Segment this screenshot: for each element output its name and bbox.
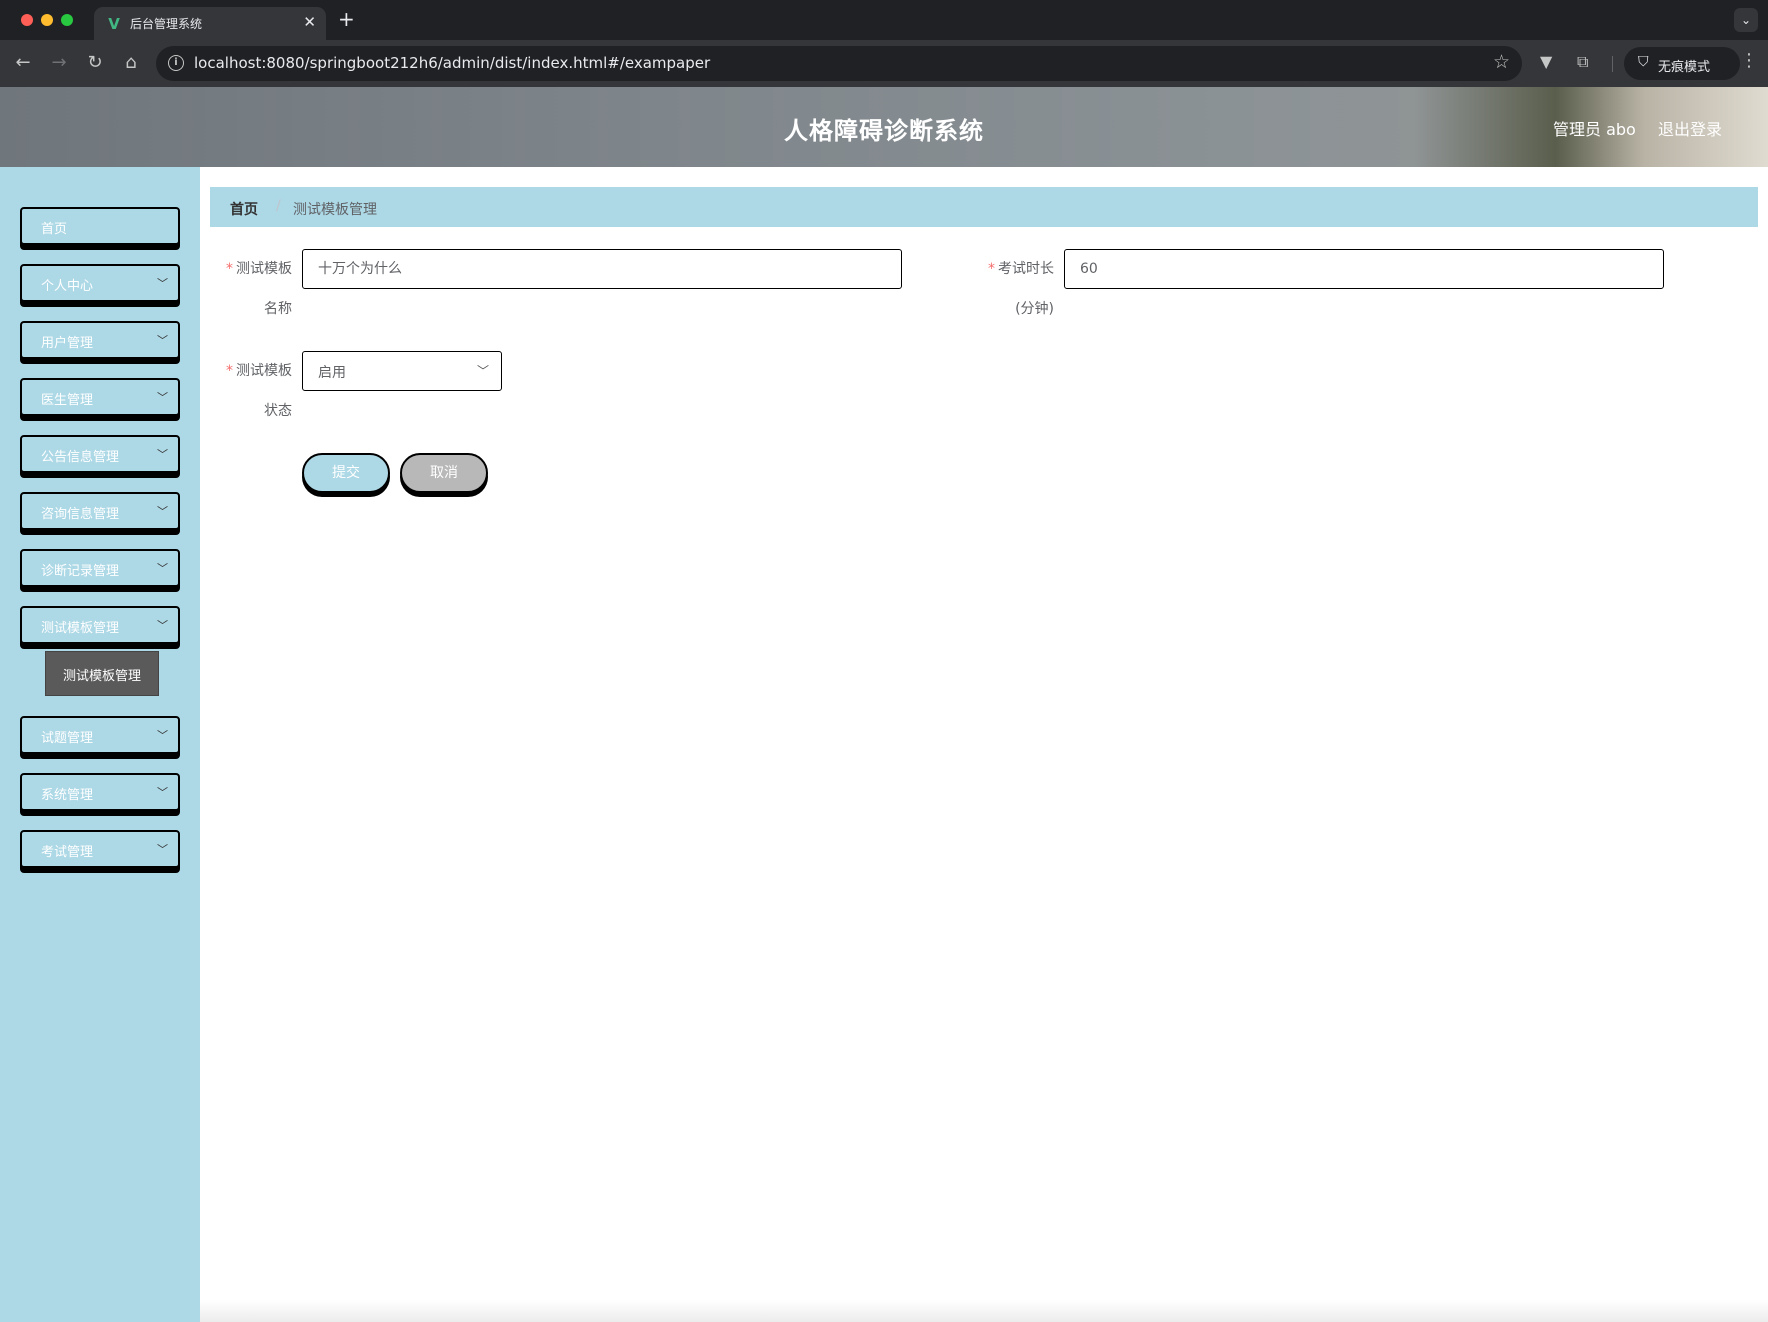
breadcrumb-separator: / <box>276 198 281 214</box>
sidebar-item-label: 首页 <box>41 222 68 237</box>
breadcrumb-current: 测试模板管理 <box>293 202 377 218</box>
chevron-down-icon: ﹀ <box>157 334 168 347</box>
chevron-down-icon: ﹀ <box>476 364 489 378</box>
template-status-label-line2: 状态 <box>264 403 292 419</box>
browser-toolbar: ← → ↻ ⌂ i localhost:8080/springboot212h6… <box>0 40 1768 87</box>
sidebar-item-system-management[interactable]: 系统管理 ﹀ <box>20 773 180 811</box>
sidebar-item-user-management[interactable]: 用户管理 ﹀ <box>20 321 180 359</box>
submenu-item-label: 测试模板管理 <box>62 669 141 684</box>
browser-menu-icon[interactable]: ⋮ <box>1740 50 1758 71</box>
template-status-value: 启用 <box>318 365 346 381</box>
breadcrumb-home[interactable]: 首页 <box>230 199 258 219</box>
site-info-icon[interactable]: i <box>168 55 184 71</box>
sidebar-item-home[interactable]: 首页 <box>20 207 180 245</box>
tab-search-icon[interactable]: ⌄ <box>1734 8 1758 32</box>
app-header: 人格障碍诊断系统 管理员 abo 退出登录 <box>0 87 1768 167</box>
tab-close-icon[interactable]: ✕ <box>303 13 316 31</box>
new-tab-icon[interactable]: + <box>338 7 355 31</box>
tab-title: 后台管理系统 <box>130 17 203 31</box>
vue-logo-icon: V <box>108 15 120 33</box>
required-mark: * <box>988 261 995 277</box>
chevron-down-icon: ﹀ <box>157 448 168 461</box>
breadcrumb: 首页 / 测试模板管理 <box>210 187 1758 227</box>
incognito-label: 无痕模式 <box>1658 60 1711 75</box>
bookmark-star-icon[interactable]: ☆ <box>1493 51 1510 73</box>
address-bar[interactable]: i localhost:8080/springboot212h6/admin/d… <box>156 46 1522 81</box>
sidebar-item-exam-management[interactable]: 考试管理 ﹀ <box>20 830 180 868</box>
chevron-down-icon: ﹀ <box>157 562 168 575</box>
template-status-select[interactable]: 启用 ﹀ <box>302 351 502 391</box>
required-mark: * <box>226 261 233 277</box>
app-title: 人格障碍诊断系统 <box>784 117 984 145</box>
reload-icon[interactable]: ↻ <box>82 50 108 76</box>
sidebar-item-test-template-management[interactable]: 测试模板管理 ﹀ <box>20 606 180 644</box>
sidebar: 首页 个人中心 ﹀ 用户管理 ﹀ 医生管理 ﹀ 公告信息管理 ﹀ 咨询信息管理 … <box>0 167 200 1322</box>
template-name-label-line2: 名称 <box>264 301 292 317</box>
extensions-puzzle-icon[interactable]: ⧉ <box>1577 52 1588 72</box>
chevron-down-icon: ﹀ <box>157 843 168 856</box>
sidebar-item-doctor-management[interactable]: 医生管理 ﹀ <box>20 378 180 416</box>
required-mark: * <box>226 363 233 379</box>
address-url: localhost:8080/springboot212h6/admin/dis… <box>194 54 711 72</box>
sidebar-item-consultation-management[interactable]: 咨询信息管理 ﹀ <box>20 492 180 530</box>
sidebar-item-diagnosis-records[interactable]: 诊断记录管理 ﹀ <box>20 549 180 587</box>
chevron-down-icon: ﹀ <box>157 505 168 518</box>
chevron-down-icon: ﹀ <box>157 277 168 290</box>
chevron-down-icon: ﹀ <box>157 391 168 404</box>
bottom-shadow <box>200 1300 1768 1322</box>
main-content: 首页 / 测试模板管理 * 测试模板 名称 十万个为什么 * 考试时长 (分钟) 6… <box>200 167 1768 1322</box>
submenu-item-test-template-management[interactable]: 测试模板管理 <box>45 651 159 696</box>
window-zoom-dot[interactable] <box>61 14 73 26</box>
submit-button[interactable]: 提交 <box>302 453 390 493</box>
exam-duration-label-line1: 考试时长 <box>998 261 1054 277</box>
logout-link[interactable]: 退出登录 <box>1658 116 1722 140</box>
template-name-label: * 测试模板 <box>212 249 292 289</box>
sidebar-item-label: 考试管理 <box>41 845 94 860</box>
browser-tab-bar: V 后台管理系统 ✕ + ⌄ <box>0 0 1768 40</box>
sidebar-item-label: 医生管理 <box>41 393 94 408</box>
incognito-icon: ⛉ <box>1638 54 1649 70</box>
back-icon[interactable]: ← <box>10 50 36 76</box>
chevron-down-icon: ﹀ <box>157 729 168 742</box>
browser-tab[interactable]: V 后台管理系统 ✕ <box>94 7 326 40</box>
chevron-down-icon: ﹀ <box>157 786 168 799</box>
home-icon[interactable]: ⌂ <box>118 50 144 76</box>
sidebar-item-label: 个人中心 <box>41 279 94 294</box>
sidebar-item-label: 用户管理 <box>41 336 94 351</box>
sidebar-item-label: 试题管理 <box>41 731 94 746</box>
sidebar-item-label: 咨询信息管理 <box>41 507 120 522</box>
sidebar-item-label: 公告信息管理 <box>41 450 120 465</box>
cancel-button[interactable]: 取消 <box>400 453 488 493</box>
window-close-dot[interactable] <box>21 14 33 26</box>
template-status-label: * 测试模板 <box>212 351 292 391</box>
sidebar-item-personal-center[interactable]: 个人中心 ﹀ <box>20 264 180 302</box>
sidebar-item-question-management[interactable]: 试题管理 ﹀ <box>20 716 180 754</box>
sidebar-item-label: 测试模板管理 <box>41 621 120 636</box>
sidebar-item-label: 系统管理 <box>41 788 94 803</box>
exam-duration-label-line2: (分钟) <box>1015 301 1054 317</box>
exam-duration-label: * 考试时长 <box>974 249 1054 289</box>
sidebar-item-label: 诊断记录管理 <box>41 564 120 579</box>
template-status-label-line1: 测试模板 <box>236 363 292 379</box>
admin-user-label: 管理员 abo <box>1553 120 1636 139</box>
toolbar-divider <box>1612 56 1613 72</box>
template-name-input[interactable]: 十万个为什么 <box>302 249 902 289</box>
chevron-down-icon: ﹀ <box>157 619 168 632</box>
window-minimize-dot[interactable] <box>41 14 53 26</box>
sidebar-item-announcement-management[interactable]: 公告信息管理 ﹀ <box>20 435 180 473</box>
vue-devtools-icon[interactable]: ▼ <box>1540 52 1552 71</box>
incognito-badge[interactable]: ⛉ 无痕模式 <box>1624 47 1740 80</box>
template-name-label-line1: 测试模板 <box>236 261 292 277</box>
exam-duration-input[interactable]: 60 <box>1064 249 1664 289</box>
forward-icon[interactable]: → <box>46 50 72 76</box>
